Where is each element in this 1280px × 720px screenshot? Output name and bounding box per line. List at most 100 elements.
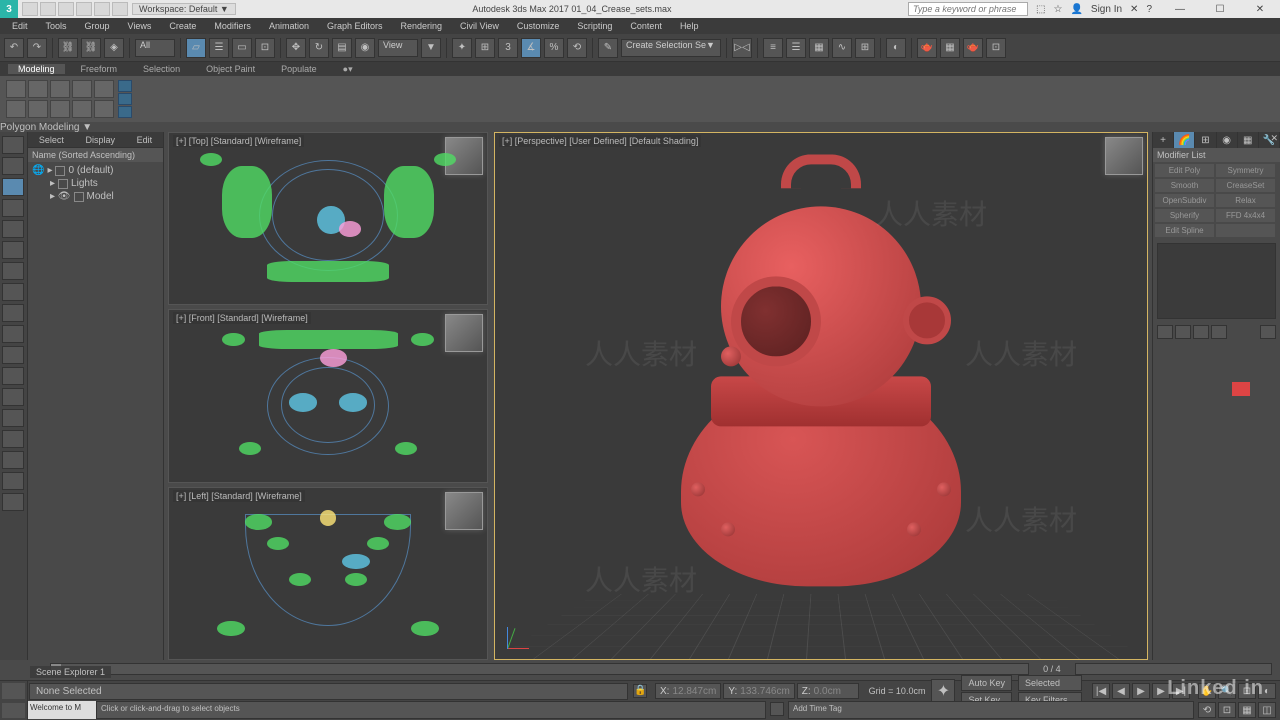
menu-tools[interactable]: Tools	[38, 21, 75, 31]
lt-12[interactable]	[2, 367, 24, 385]
lt-8[interactable]	[2, 283, 24, 301]
named-selection-set[interactable]: Create Selection Se▼	[621, 39, 721, 57]
stack-pin-icon[interactable]	[1157, 325, 1173, 339]
poly-tool-9[interactable]	[72, 100, 92, 118]
lt-15[interactable]	[2, 430, 24, 448]
mod-creaseset[interactable]: CreaseSet	[1216, 179, 1275, 192]
manipulate-button[interactable]: ✦	[452, 38, 472, 58]
poly-tool-5[interactable]	[94, 80, 114, 98]
time-slider[interactable]	[50, 663, 1029, 675]
comm-center-icon[interactable]	[770, 702, 784, 716]
mod-spherify[interactable]: Spherify	[1155, 209, 1214, 222]
nav-maximize-icon[interactable]: ⊡	[1218, 702, 1236, 718]
poly-tool-2[interactable]	[28, 80, 48, 98]
qat-project-icon[interactable]	[112, 2, 128, 16]
tree-node-lights[interactable]: ▸Lights	[32, 177, 159, 190]
menu-views[interactable]: Views	[120, 21, 160, 31]
named-sel-edit-button[interactable]: ✎	[598, 38, 618, 58]
stack-unique-icon[interactable]	[1193, 325, 1209, 339]
undo-button[interactable]: ↶	[4, 38, 24, 58]
tab-modify-icon[interactable]: 🌈	[1174, 132, 1195, 148]
qat-undo-icon[interactable]	[76, 2, 92, 16]
menu-content[interactable]: Content	[622, 21, 670, 31]
unlink-button[interactable]: ⛓	[81, 38, 101, 58]
maximize-button[interactable]: ☐	[1200, 0, 1240, 18]
lt-7[interactable]	[2, 262, 24, 280]
lt-14[interactable]	[2, 409, 24, 427]
mod-ffd[interactable]: FFD 4x4x4	[1216, 209, 1275, 222]
ref-coord-system[interactable]: View	[378, 39, 418, 57]
ribbon-tab-populate[interactable]: Populate	[271, 64, 327, 74]
tree-node-default[interactable]: 🌐▸0 (default)	[32, 164, 159, 177]
lt-11[interactable]	[2, 346, 24, 364]
toggle-ribbon-button[interactable]: ▦	[809, 38, 829, 58]
viewport-perspective[interactable]: [+] [Perspective] [User Defined] [Defaul…	[494, 132, 1148, 660]
lt-10[interactable]	[2, 325, 24, 343]
lt-4[interactable]	[2, 199, 24, 217]
workspace-selector[interactable]: Workspace: Default ▼	[132, 3, 236, 15]
goto-start-icon[interactable]: |◀	[1092, 683, 1110, 699]
menu-edit[interactable]: Edit	[4, 21, 36, 31]
redo-button[interactable]: ↷	[27, 38, 47, 58]
snap-toggle-button[interactable]: 3	[498, 38, 518, 58]
menu-create[interactable]: Create	[161, 21, 204, 31]
qat-save-icon[interactable]	[58, 2, 74, 16]
help-search-input[interactable]	[908, 2, 1028, 16]
scale-button[interactable]: ▤	[332, 38, 352, 58]
poly-tool-3[interactable]	[50, 80, 70, 98]
coord-y[interactable]: Y:133.746cm	[723, 683, 794, 699]
selection-lock-icon[interactable]: 🔒	[633, 684, 647, 698]
material-editor-button[interactable]: ◐	[886, 38, 906, 58]
menu-animation[interactable]: Animation	[261, 21, 317, 31]
mod-opensubdiv[interactable]: OpenSubdiv	[1155, 194, 1214, 207]
menu-civil-view[interactable]: Civil View	[452, 21, 507, 31]
se-select[interactable]: Select	[39, 135, 64, 145]
modifier-list-label[interactable]: Modifier List	[1153, 148, 1280, 162]
viewport-top[interactable]: [+] [Top] [Standard] [Wireframe]	[168, 132, 488, 305]
selection-filter[interactable]: All	[135, 39, 175, 57]
nav-zoom-extents-icon[interactable]: ▦	[1238, 702, 1256, 718]
favorite-icon[interactable]: ☆	[1053, 4, 1062, 15]
menu-customize[interactable]: Customize	[509, 21, 568, 31]
coord-x[interactable]: X:12.847cm	[655, 683, 721, 699]
ribbon-tab-freeform[interactable]: Freeform	[71, 64, 128, 74]
subscription-icon[interactable]: ⬚	[1036, 4, 1045, 15]
tab-display-icon[interactable]: ▦	[1238, 132, 1259, 148]
ribbon-tab-modeling[interactable]: Modeling	[8, 64, 65, 74]
tab-create-icon[interactable]: +	[1153, 132, 1174, 148]
qat-redo-icon[interactable]	[94, 2, 110, 16]
mod-empty[interactable]	[1216, 224, 1275, 237]
isolate-toggle-icon[interactable]: ✦	[931, 679, 955, 703]
tab-motion-icon[interactable]: ◉	[1217, 132, 1238, 148]
help-icon[interactable]: ?	[1146, 4, 1152, 15]
menu-graph-editors[interactable]: Graph Editors	[319, 21, 391, 31]
mod-relax[interactable]: Relax	[1216, 194, 1275, 207]
render-production-button[interactable]: 🫖	[963, 38, 983, 58]
render-frame-button[interactable]: ▦	[940, 38, 960, 58]
lt-17[interactable]	[2, 472, 24, 490]
viewport-front-label[interactable]: [+] [Front] [Standard] [Wireframe]	[173, 312, 311, 324]
window-crossing-button[interactable]: ⊡	[255, 38, 275, 58]
maxscript-mini-icon[interactable]	[2, 683, 25, 699]
poly-tool-6[interactable]	[6, 100, 26, 118]
sign-in-link[interactable]: Sign In	[1091, 4, 1122, 15]
stack-show-icon[interactable]	[1175, 325, 1191, 339]
menu-scripting[interactable]: Scripting	[569, 21, 620, 31]
poly-tool-1[interactable]	[6, 80, 26, 98]
scene-explorer-header[interactable]: Name (Sorted Ascending)	[28, 148, 163, 162]
pivot-button[interactable]: ▼	[421, 38, 441, 58]
angle-snap-button[interactable]: ∡	[521, 38, 541, 58]
spinner-snap-button[interactable]: ⟲	[567, 38, 587, 58]
poly-tool-8[interactable]	[50, 100, 70, 118]
prev-frame-icon[interactable]: ◀	[1112, 683, 1130, 699]
mod-smooth[interactable]: Smooth	[1155, 179, 1214, 192]
lt-5[interactable]	[2, 220, 24, 238]
link-button[interactable]: ⛓	[58, 38, 78, 58]
viewcube-persp[interactable]	[1105, 137, 1143, 175]
select-region-rect-button[interactable]: ▭	[232, 38, 252, 58]
exchange-icon[interactable]: ✕	[1130, 4, 1138, 15]
viewport-left-label[interactable]: [+] [Left] [Standard] [Wireframe]	[173, 490, 305, 502]
ribbon-tab-selection[interactable]: Selection	[133, 64, 190, 74]
stack-remove-icon[interactable]	[1211, 325, 1227, 339]
select-name-button[interactable]: ☰	[209, 38, 229, 58]
